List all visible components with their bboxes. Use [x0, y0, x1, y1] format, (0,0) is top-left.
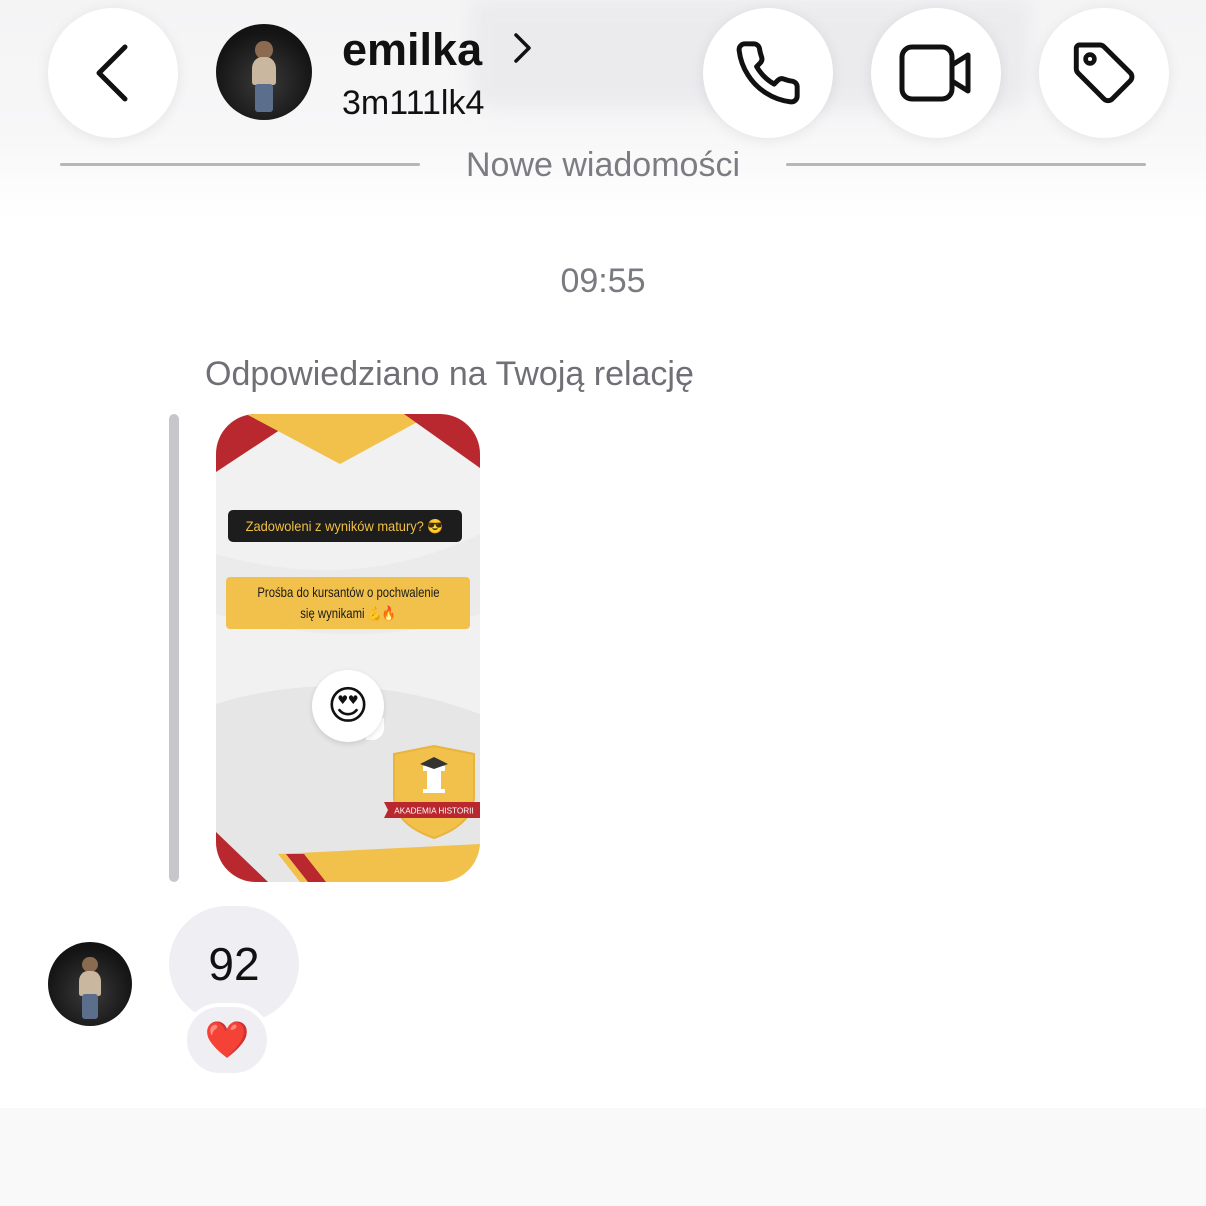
request-line-2: się wynikami 💪🔥: [300, 605, 396, 621]
audio-call-button[interactable]: [703, 8, 833, 138]
heart-emoji: ❤️: [204, 1019, 250, 1060]
chevron-left-icon: [96, 44, 128, 102]
tag-button[interactable]: [1039, 8, 1169, 138]
akademia-historii-badge: AKADEMIA HISTORII: [384, 744, 480, 840]
message-timestamp: 09:55: [560, 262, 646, 300]
sender-avatar[interactable]: [48, 942, 132, 1026]
chevron-right-icon[interactable]: [510, 30, 534, 66]
request-sticker: Prośba do kursantów o pochwalenie się wy…: [226, 577, 470, 629]
question-sticker: Zadowoleni z wyników matury? 😎: [228, 510, 462, 542]
request-line-1: Prośba do kursantów o pochwalenie: [256, 584, 440, 600]
badge-text: AKADEMIA HISTORII: [394, 807, 473, 816]
divider-line-right: [786, 163, 1146, 166]
heart-eyes-emoji: 😍: [327, 684, 369, 728]
composer-area: [0, 1108, 1206, 1206]
story-reply-label: Odpowiedziano na Twoją relację: [205, 355, 694, 393]
contact-name[interactable]: emilka: [342, 24, 482, 76]
reply-quote-bar: [169, 414, 179, 882]
video-call-button[interactable]: [871, 8, 1001, 138]
video-camera-icon: [899, 44, 971, 102]
tag-icon: [1073, 42, 1135, 104]
back-button[interactable]: [48, 8, 178, 138]
story-preview[interactable]: Zadowoleni z wyników matury? 😎 Prośba do…: [216, 414, 480, 882]
divider-line-left: [60, 163, 420, 166]
new-messages-divider: Nowe wiadomości: [466, 146, 740, 184]
contact-handle: 3m111lk4: [342, 84, 485, 122]
heart-reaction[interactable]: ❤️: [183, 1003, 271, 1077]
story-reaction-bubble: 😍: [312, 670, 384, 742]
phone-icon: [736, 41, 800, 105]
contact-avatar[interactable]: [216, 24, 312, 120]
